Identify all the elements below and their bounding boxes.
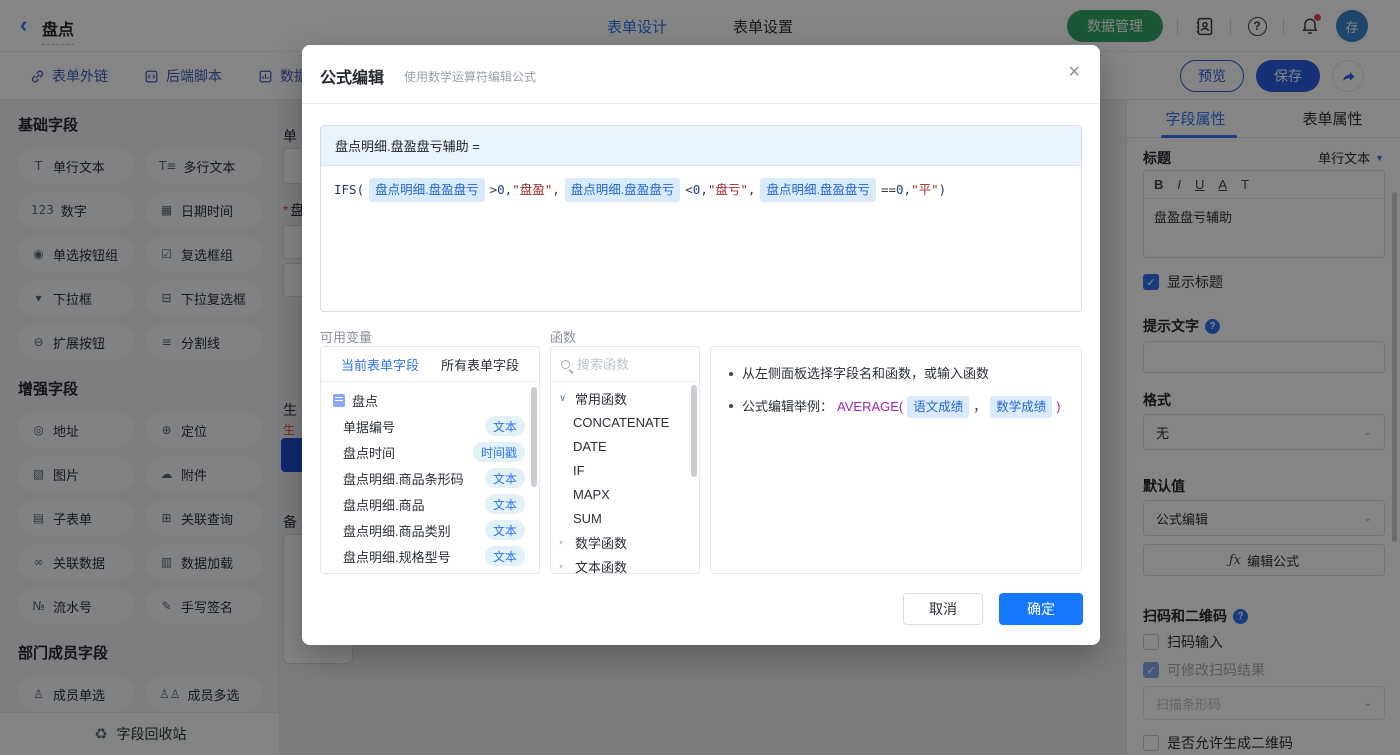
formula-target: 盘点明细.盘盈盘亏辅助 =: [321, 126, 1081, 166]
function-search-input[interactable]: [577, 357, 677, 372]
function-item[interactable]: MAPX: [551, 482, 699, 506]
formula-token-fn: ): [939, 179, 947, 201]
bullet-icon: [729, 404, 733, 408]
variable-type-badge: 文本: [485, 468, 525, 488]
functions-scrollbar[interactable]: [691, 385, 697, 477]
function-group[interactable]: ∨常用函数: [551, 386, 699, 410]
formula-token-op: ==: [881, 179, 896, 201]
formula-token-num: 0: [497, 179, 505, 201]
formula-token-op: ,: [700, 179, 708, 201]
formula-variable-pill[interactable]: 盘点明细.盘盈盘亏: [760, 178, 875, 202]
variable-item[interactable]: 单据编号文本: [321, 413, 539, 439]
variable-type-badge: 文本: [485, 494, 525, 514]
formula-token-op: ,: [748, 179, 756, 201]
formula-token-op: ,: [505, 179, 513, 201]
formula-token-op: ,: [552, 179, 560, 201]
example-field-pill: 数学成绩: [990, 396, 1052, 418]
form-doc-icon: [333, 394, 345, 407]
search-icon: [561, 360, 570, 369]
chevron-down-icon: ∨: [559, 393, 570, 404]
divider: [302, 103, 1100, 104]
help-bullet-1: 从左侧面板选择字段名和函数，或输入函数: [729, 364, 1063, 384]
chevron-right-icon: ›: [559, 537, 570, 548]
formula-help-panel: 从左侧面板选择字段名和函数，或输入函数 公式编辑举例：AVERAGE( 语文成绩…: [710, 346, 1082, 574]
close-icon[interactable]: ×: [1068, 61, 1080, 83]
variables-scrollbar[interactable]: [531, 387, 537, 487]
variables-label: 可用变量: [320, 327, 372, 346]
variable-type-badge: 文本: [485, 546, 525, 566]
tab-current-form-fields[interactable]: 当前表单字段: [341, 355, 419, 374]
formula-input-area[interactable]: IFS(盘点明细.盘盈盘亏>0,"盘盈",盘点明细.盘盈盘亏<0,"盘亏",盘点…: [321, 166, 1081, 312]
example-function-close: ): [1056, 397, 1060, 417]
formula-token-num: 0: [896, 179, 904, 201]
example-field-pill: 语文成绩: [907, 396, 969, 418]
formula-token-str: "盘亏": [708, 179, 748, 201]
tab-all-form-fields[interactable]: 所有表单字段: [441, 355, 519, 374]
function-search: [551, 347, 699, 382]
formula-token-fn: IFS(: [334, 179, 364, 201]
bullet-icon: [729, 372, 733, 376]
modal-subtitle: 使用数学运算符编辑公式: [404, 68, 536, 85]
variable-item[interactable]: 盘点明细.商品文本: [321, 491, 539, 517]
formula-expression: IFS(盘点明细.盘盈盘亏>0,"盘盈",盘点明细.盘盈盘亏<0,"盘亏",盘点…: [334, 178, 1068, 202]
formula-token-op: ,: [904, 179, 912, 201]
functions-label: 函数: [550, 327, 576, 346]
variable-type-badge: 文本: [485, 416, 525, 436]
formula-token-str: "盘盈": [512, 179, 552, 201]
function-item[interactable]: SUM: [551, 506, 699, 530]
chevron-right-icon: ›: [559, 561, 570, 572]
function-group[interactable]: ›数学函数: [551, 530, 699, 554]
variable-type-badge: 文本: [485, 520, 525, 540]
function-item[interactable]: IF: [551, 458, 699, 482]
cancel-button[interactable]: 取消: [903, 593, 983, 625]
help-bullet-2: 公式编辑举例：AVERAGE( 语文成绩 ， 数学成绩 ): [729, 396, 1063, 418]
formula-editor: 盘点明细.盘盈盘亏辅助 = IFS(盘点明细.盘盈盘亏>0,"盘盈",盘点明细.…: [320, 125, 1082, 312]
formula-edit-modal: 公式编辑 使用数学运算符编辑公式 × 盘点明细.盘盈盘亏辅助 = IFS(盘点明…: [302, 45, 1100, 645]
formula-variable-pill[interactable]: 盘点明细.盘盈盘亏: [565, 178, 680, 202]
formula-token-op: >: [490, 179, 498, 201]
formula-token-op: <: [685, 179, 693, 201]
variables-panel: 当前表单字段 所有表单字段 盘点单据编号文本盘点时间时间戳盘点明细.商品条形码文…: [320, 346, 540, 574]
modal-title: 公式编辑: [320, 64, 384, 88]
functions-panel: ∨常用函数CONCATENATEDATEIFMAPXSUM›数学函数›文本函数: [550, 346, 700, 574]
function-item[interactable]: CONCATENATE: [551, 410, 699, 434]
variable-type-badge: 时间戳: [473, 442, 525, 462]
example-function: AVERAGE(: [837, 397, 903, 417]
variable-item[interactable]: 盘点明细.商品条形码文本: [321, 465, 539, 491]
formula-token-num: 0: [693, 179, 701, 201]
variable-item[interactable]: 盘点明细.商品类别文本: [321, 517, 539, 543]
variable-tree-root[interactable]: 盘点: [321, 387, 539, 413]
variable-item[interactable]: 盘点时间时间戳: [321, 439, 539, 465]
confirm-button[interactable]: 确定: [999, 593, 1083, 625]
function-item[interactable]: DATE: [551, 434, 699, 458]
function-group[interactable]: ›文本函数: [551, 554, 699, 574]
variable-item[interactable]: 盘点明细.规格型号文本: [321, 543, 539, 569]
formula-token-str: "平": [911, 179, 939, 201]
formula-variable-pill[interactable]: 盘点明细.盘盈盘亏: [369, 178, 484, 202]
